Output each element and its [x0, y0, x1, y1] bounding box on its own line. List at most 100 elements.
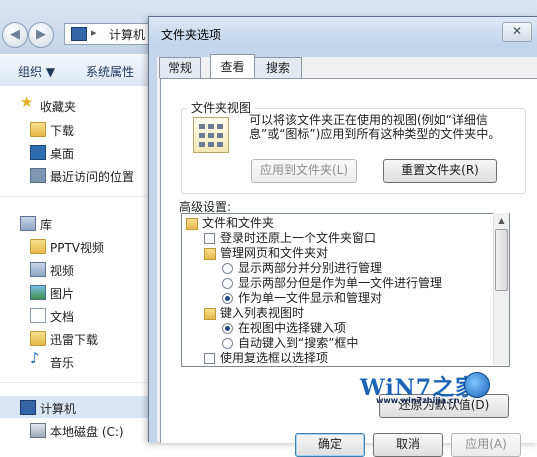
tree-item-label: 管理网页和文件夹对 [220, 246, 329, 260]
nav-label: 迅雷下载 [50, 333, 99, 347]
nav-item-pictures[interactable]: 图片 [0, 281, 150, 303]
system-properties-button[interactable]: 系统属性 [86, 63, 134, 80]
watermark-url: www.win7zhijia.cn [376, 396, 460, 405]
close-icon: ✕ [511, 24, 523, 38]
divider [0, 196, 150, 197]
tree-item-radio[interactable]: 作为单一文件显示和管理对 [182, 291, 492, 306]
folder-icon [204, 308, 216, 320]
nav-computer[interactable]: 计算机 [0, 396, 150, 418]
cancel-button[interactable]: 取消 [373, 433, 443, 457]
nav-item-recent[interactable]: 最近访问的位置 [0, 164, 150, 186]
tree-item-radio[interactable]: 显示两部分但是作为单一文件进行管理 [182, 276, 492, 291]
nav-label: 计算机 [40, 402, 77, 416]
nav-item-documents[interactable]: 文档 [0, 304, 150, 326]
tree-item-radio[interactable]: 显示两部分并分别进行管理 [182, 261, 492, 276]
forward-button[interactable]: ▶ [28, 22, 54, 48]
chevron-right-icon: ▸ [91, 26, 97, 39]
nav-favorites[interactable]: ★ 收藏夹 [0, 94, 150, 116]
nav-label: 桌面 [50, 147, 75, 161]
nav-label: 音乐 [50, 356, 75, 370]
organize-button[interactable]: 组织 ▼ [18, 63, 55, 80]
library-icon [20, 216, 36, 231]
apply-to-folders-button[interactable]: 应用到文件夹(L) [251, 159, 357, 183]
tree-scrollbar[interactable]: ▲ [493, 213, 509, 365]
tab-view[interactable]: 查看 [210, 54, 255, 78]
tree-item-check[interactable]: 使用复选框以选择项 [182, 351, 492, 366]
nav-label: 收藏夹 [40, 100, 77, 114]
windows-logo-icon [464, 372, 490, 398]
tab-search[interactable]: 搜索 [254, 57, 302, 78]
radio-button[interactable] [222, 278, 233, 289]
tree-item-label: 作为单一文件显示和管理对 [238, 291, 383, 305]
tree-item-radio[interactable]: 自动键入到“搜索”框中 [182, 336, 492, 351]
address-text: 计算机 [109, 28, 146, 42]
video-library-icon [30, 262, 46, 277]
tab-general[interactable]: 常规 [159, 57, 201, 78]
computer-icon [20, 400, 36, 415]
nav-label: 库 [40, 218, 53, 232]
nav-item-music[interactable]: ♪ 音乐 [0, 350, 150, 372]
tree-item-folder[interactable]: 文件和文件夹 [182, 216, 492, 231]
tree-item-check[interactable]: 登录时还原上一个文件夹窗口 [182, 231, 492, 246]
radio-button[interactable] [222, 293, 233, 304]
nav-item-local-disk[interactable]: 本地磁盘 (C:) [0, 419, 150, 441]
nav-item-pptv[interactable]: PPTV视频 [0, 235, 150, 257]
radio-button[interactable] [222, 338, 233, 349]
radio-button[interactable] [222, 323, 233, 334]
close-button[interactable]: ✕ [502, 22, 532, 42]
downloads-folder-icon [30, 122, 46, 137]
checkbox[interactable] [204, 233, 215, 244]
navigation-pane: ★ 收藏夹 下载 桌面 最近访问的位置 库 PPTV视频 视频 图片 文档 迅雷… [0, 86, 150, 441]
nav-item-desktop[interactable]: 桌面 [0, 141, 150, 163]
folder-views-title: 文件夹视图 [187, 99, 256, 116]
folder-icon [30, 331, 46, 346]
nav-label: 视频 [50, 264, 75, 278]
pictures-library-icon [30, 285, 46, 300]
tree-item-radio[interactable]: 在视图中选择键入项 [182, 321, 492, 336]
tree-item-label: 键入列表视图时 [220, 306, 305, 320]
recent-places-icon [30, 168, 46, 183]
explorer-toolbar: 组织 ▼ 系统属性 [0, 54, 150, 87]
tree-item-label: 显示两部分但是作为单一文件进行管理 [238, 276, 443, 290]
checkbox[interactable] [204, 353, 215, 364]
ok-button[interactable]: 确定 [295, 433, 365, 457]
tree-item-label: 在视图中选择键入项 [238, 321, 347, 335]
nav-label: 图片 [50, 287, 75, 301]
apply-button[interactable]: 应用(A) [451, 433, 521, 457]
documents-library-icon [30, 308, 46, 323]
reset-folders-button[interactable]: 重置文件夹(R) [383, 159, 497, 183]
scroll-up-icon[interactable]: ▲ [494, 213, 509, 228]
nav-label: 下载 [50, 124, 75, 138]
nav-libraries[interactable]: 库 [0, 212, 150, 234]
tree-item-label: 自动键入到“搜索”框中 [238, 336, 359, 350]
back-arrow-icon: ◀ [10, 27, 20, 42]
star-icon: ★ [20, 93, 34, 111]
tree-item-label: 文件和文件夹 [202, 216, 275, 230]
folder-view-icon [193, 117, 229, 153]
address-input[interactable]: ▸ 计算机 [64, 23, 152, 45]
tree-item-label: 登录时还原上一个文件夹窗口 [220, 231, 377, 245]
divider [0, 382, 150, 383]
tree-item-label: 显示两部分并分别进行管理 [238, 261, 383, 275]
nav-label: 文档 [50, 310, 75, 324]
radio-button[interactable] [222, 263, 233, 274]
folder-icon [186, 218, 198, 230]
scroll-thumb[interactable] [495, 229, 508, 291]
site-watermark: WiN7之家 www.win7zhijia.cn [340, 368, 490, 412]
forward-arrow-icon: ▶ [36, 27, 46, 42]
hard-disk-icon [30, 423, 46, 438]
dialog-title-bar[interactable]: 文件夹选项 ✕ [149, 17, 537, 47]
nav-label: 本地磁盘 (C:) [50, 425, 124, 439]
nav-item-videos[interactable]: 视频 [0, 258, 150, 280]
back-button[interactable]: ◀ [2, 22, 28, 48]
tree-item-label: 使用复选框以选择项 [220, 351, 329, 365]
tree-item-folder[interactable]: 管理网页和文件夹对 [182, 246, 492, 261]
folder-icon [204, 248, 216, 260]
music-note-icon: ♪ [30, 349, 40, 367]
nav-item-thunder[interactable]: 迅雷下载 [0, 327, 150, 349]
tree-item-check[interactable]: ✓使用共享向导(推荐) [182, 366, 492, 367]
nav-item-downloads[interactable]: 下载 [0, 118, 150, 140]
advanced-settings-tree[interactable]: 文件和文件夹 登录时还原上一个文件夹窗口 管理网页和文件夹对 显示两部分并分别进行管理… [181, 213, 510, 367]
tree-item-folder[interactable]: 键入列表视图时 [182, 306, 492, 321]
folder-views-description: 可以将该文件夹正在使用的视图(例如“详细信息”或“图标”)应用到所有这种类型的文… [249, 113, 501, 141]
